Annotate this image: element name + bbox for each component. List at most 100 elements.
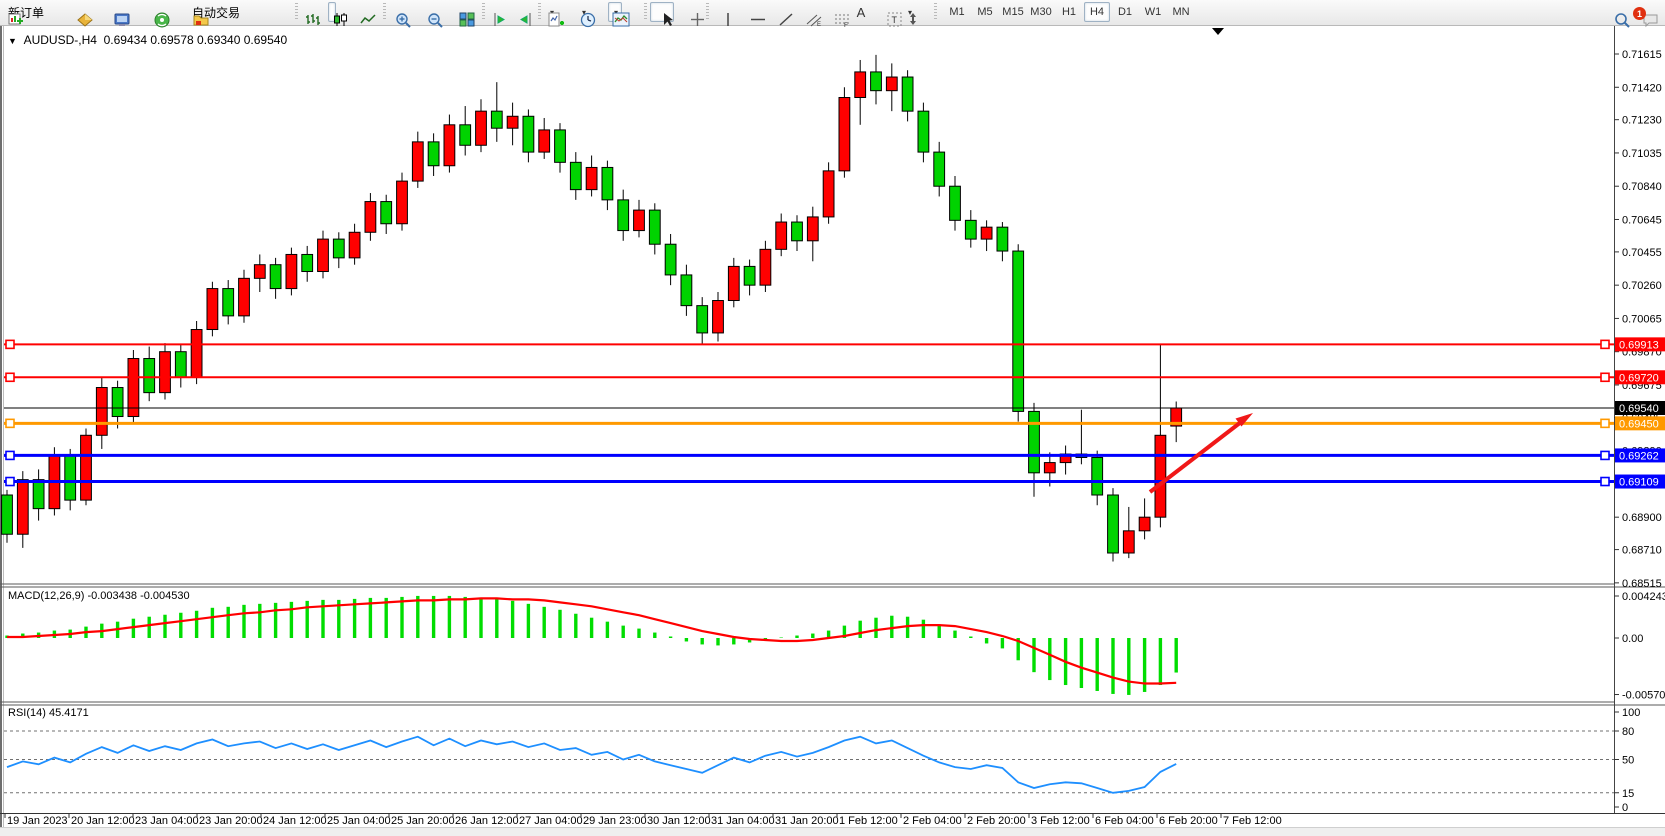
candle-body (1139, 517, 1150, 531)
candle-body (760, 249, 771, 285)
toolbar-separator (538, 3, 541, 21)
vps-button[interactable] (109, 2, 117, 22)
chart-template-button[interactable]: ▾ (608, 2, 622, 22)
notifications-button[interactable]: 1 (1638, 2, 1646, 22)
search-button[interactable] (1610, 2, 1618, 22)
candle-body (191, 330, 202, 378)
time-axis-label: 23 Jan 04:00 (135, 815, 199, 827)
horizontal-line-tool-button[interactable] (738, 2, 762, 22)
toolbar-separator (482, 3, 485, 21)
chart-canvas[interactable]: 0.716150.714200.712300.710350.708400.706… (0, 0, 1665, 836)
signals-button[interactable] (149, 2, 157, 22)
candle-body (823, 171, 834, 217)
timeframe-mn-button[interactable]: MN (1168, 2, 1194, 22)
time-axis-label: 3 Feb 12:00 (1031, 815, 1090, 827)
candle-body (460, 125, 471, 145)
time-axis-label: 2 Feb 20:00 (967, 815, 1026, 827)
candle-body (776, 222, 787, 249)
candle-body (713, 301, 724, 333)
candle-body (476, 111, 487, 145)
timeframe-m15-button[interactable]: M15 (1000, 2, 1026, 22)
timeframe-h4-button[interactable]: H4 (1084, 2, 1110, 22)
toolbar-separator (706, 3, 709, 21)
time-axis-label: 2 Feb 04:00 (903, 815, 962, 827)
trendline-tool-button[interactable] (766, 2, 790, 22)
market-watch-button[interactable] (72, 2, 80, 22)
candle-body (1013, 251, 1024, 411)
timeframe-m1-button[interactable]: M1 (944, 2, 970, 22)
candle-body (965, 220, 976, 239)
candle-body (539, 130, 550, 152)
rsi-axis-tick-label: 80 (1622, 726, 1634, 738)
indicator-window-down-button[interactable] (513, 2, 521, 22)
rsi-axis-tick-label: 0 (1622, 802, 1628, 814)
timeframe-m30-button[interactable]: M30 (1028, 2, 1054, 22)
candle-body (112, 388, 123, 417)
cursor-tool-button[interactable] (650, 2, 674, 22)
price-axis-tick-label: 0.71035 (1622, 148, 1662, 160)
candle-body (2, 495, 13, 534)
timeframe-h1-button[interactable]: H1 (1056, 2, 1082, 22)
candle-body (839, 98, 850, 171)
text-label-tool-button[interactable]: T (876, 2, 898, 22)
line-endpoint-marker[interactable] (6, 478, 14, 486)
autotrading-button[interactable]: 自动交易 (188, 2, 244, 22)
arrows-tool-button[interactable]: ▾ (902, 2, 916, 22)
zoom-in-button[interactable] (391, 2, 399, 22)
candlestick-mode-button[interactable] (328, 2, 336, 22)
candle-body (144, 359, 155, 393)
vertical-line-tool-button[interactable] (712, 2, 734, 22)
price-axis-tick-label: 0.70260 (1622, 280, 1662, 292)
price-tag-label: 0.69262 (1619, 450, 1659, 462)
zoom-out-button[interactable] (423, 2, 431, 22)
macd-axis-tick-label: -0.005709 (1622, 690, 1665, 702)
crosshair-tool-button[interactable] (678, 2, 702, 22)
periods-button[interactable]: ▾ (576, 2, 590, 22)
text-tool-button[interactable]: A (850, 2, 872, 22)
candle-body (1029, 411, 1040, 472)
new-order-button[interactable]: 新订单 (4, 2, 48, 22)
candle-body (175, 352, 186, 378)
line-endpoint-marker[interactable] (1601, 451, 1609, 459)
timeframe-m5-button[interactable]: M5 (972, 2, 998, 22)
candle-body (586, 167, 597, 189)
chart-ohlc-values: 0.69434 0.69578 0.69340 0.69540 (104, 33, 288, 47)
time-axis-label: 27 Jan 04:00 (519, 815, 583, 827)
timeframe-d1-button[interactable]: D1 (1112, 2, 1138, 22)
line-endpoint-marker[interactable] (1601, 419, 1609, 427)
candle-body (886, 77, 897, 91)
candle-body (744, 266, 755, 285)
candle-body (618, 200, 629, 231)
time-axis-label: 25 Jan 04:00 (327, 815, 391, 827)
candle-body (855, 72, 866, 98)
bar-chart-mode-button[interactable] (301, 2, 309, 22)
add-indicator-button[interactable]: ▾ (544, 2, 558, 22)
candle-body (1044, 463, 1055, 473)
chart-frame (0, 25, 1665, 828)
line-endpoint-marker[interactable] (6, 419, 14, 427)
line-endpoint-marker[interactable] (1601, 373, 1609, 381)
price-axis-tick-label: 0.68710 (1622, 545, 1662, 557)
candle-body (1092, 457, 1103, 495)
line-endpoint-marker[interactable] (6, 340, 14, 348)
candle-body (349, 232, 360, 258)
tile-windows-button[interactable] (455, 2, 463, 22)
candle-body (997, 227, 1008, 251)
candle-body (254, 265, 265, 279)
candle-body (634, 210, 645, 230)
indicator-window-up-button[interactable] (488, 2, 496, 22)
price-axis-tick-label: 0.68515 (1622, 578, 1662, 590)
channel-tool-button[interactable]: E (794, 2, 818, 22)
line-endpoint-marker[interactable] (1601, 478, 1609, 486)
status-strip (0, 828, 1665, 836)
time-axis-label: 7 Feb 12:00 (1223, 815, 1282, 827)
line-endpoint-marker[interactable] (6, 373, 14, 381)
line-chart-mode-button[interactable] (356, 2, 364, 22)
line-endpoint-marker[interactable] (1601, 340, 1609, 348)
timeframe-w1-button[interactable]: W1 (1140, 2, 1166, 22)
candle-body (681, 275, 692, 306)
candle-body (65, 456, 76, 500)
candle-body (523, 116, 534, 152)
line-endpoint-marker[interactable] (6, 451, 14, 459)
fibonacci-tool-button[interactable]: F (822, 2, 846, 22)
